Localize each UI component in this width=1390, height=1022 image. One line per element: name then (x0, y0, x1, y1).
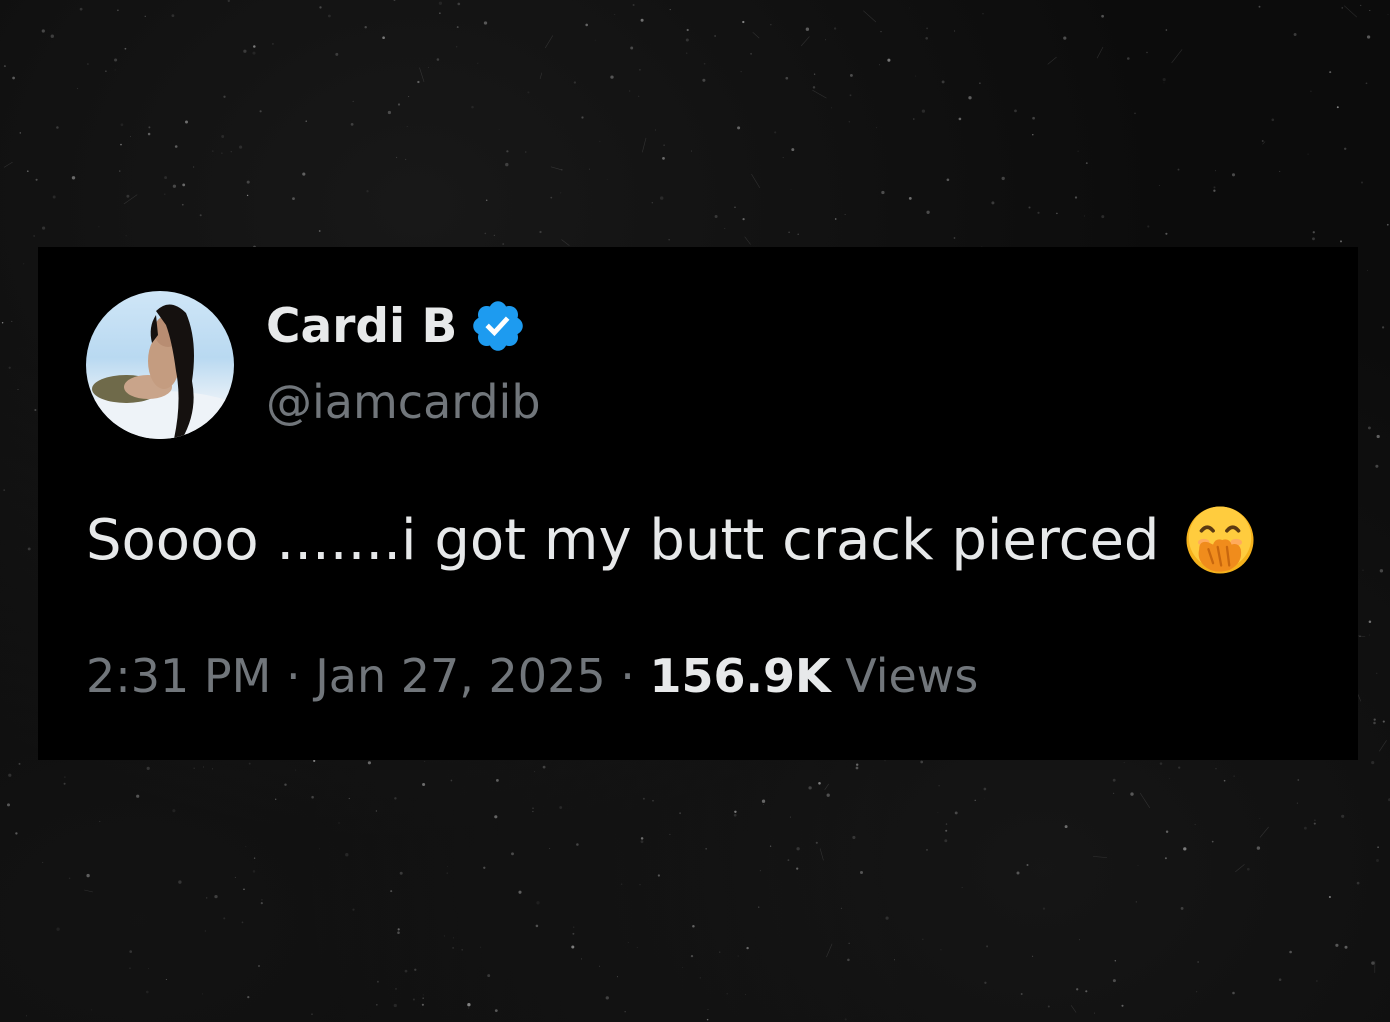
handle[interactable]: @iamcardib (266, 375, 541, 429)
tweet-card: Cardi B @iamcardib Soooo .......i got my… (38, 247, 1358, 760)
tweet-text: Soooo .......i got my butt crack pierced (86, 503, 1257, 577)
avatar-image (86, 304, 234, 439)
views-label: Views (830, 649, 979, 703)
face-with-hand-over-mouth-icon (1186, 506, 1254, 574)
tweet-date[interactable]: Jan 27, 2025 (315, 649, 605, 703)
meta-separator: · (271, 649, 316, 703)
meta-separator: · (605, 649, 650, 703)
avatar[interactable] (86, 291, 234, 439)
views-count[interactable]: 156.9K (649, 649, 830, 703)
display-name[interactable]: Cardi B (266, 297, 527, 355)
tweet-meta: 2:31 PM · Jan 27, 2025 · 156.9K Views (86, 649, 978, 703)
display-name-text: Cardi B (266, 298, 458, 354)
tweet-text-content: Soooo .......i got my butt crack pierced (86, 507, 1160, 573)
verified-badge-icon (473, 301, 524, 351)
tweet-time[interactable]: 2:31 PM (86, 649, 271, 703)
